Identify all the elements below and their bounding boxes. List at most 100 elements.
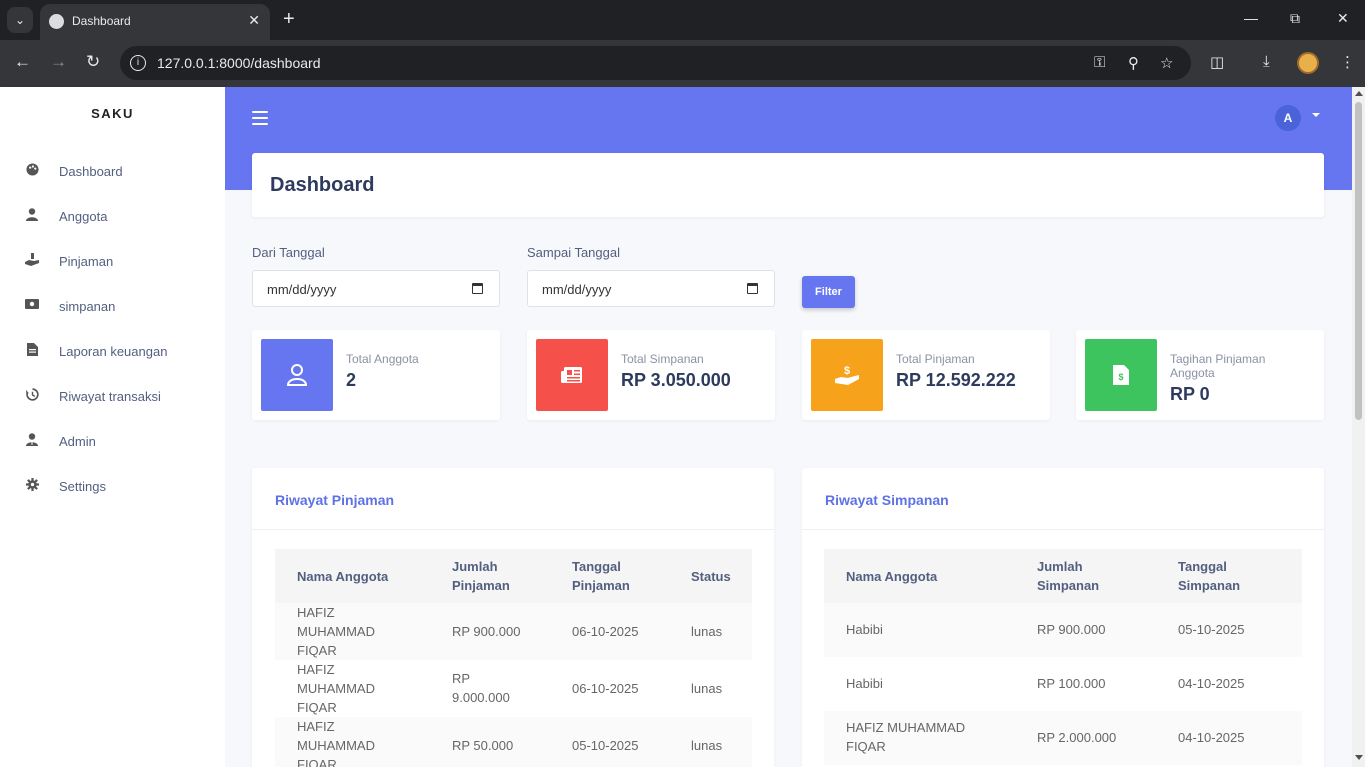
stat-label: Tagihan Pinjaman Anggota bbox=[1170, 352, 1265, 380]
profile-avatar[interactable] bbox=[1297, 52, 1319, 74]
cell-nama: Habibi bbox=[846, 622, 883, 637]
zoom-icon[interactable]: ⚲ bbox=[1128, 54, 1139, 72]
cell-tanggal: 04-10-2025 bbox=[1178, 676, 1245, 691]
stat-label-line: Tagihan Pinjaman bbox=[1170, 352, 1266, 366]
cell-tanggal: 06-10-2025 bbox=[572, 624, 639, 639]
forward-icon[interactable]: → bbox=[50, 52, 67, 72]
from-date-input[interactable]: mm/dd/yyyy bbox=[252, 270, 500, 307]
sidebar-item-admin[interactable]: Admin bbox=[0, 427, 225, 457]
cell-line: HAFIZ bbox=[297, 605, 335, 620]
url-text[interactable]: 127.0.0.1:8000/dashboard bbox=[157, 55, 320, 71]
cell-line: MUHAMMAD bbox=[297, 738, 375, 753]
tab-title: Dashboard bbox=[72, 14, 131, 28]
user-avatar[interactable]: A bbox=[1275, 105, 1301, 131]
cell-nama: HAFIZ MUHAMMAD FIQAR bbox=[297, 603, 375, 660]
cell-nama: HAFIZ MUHAMMAD FIQAR bbox=[297, 717, 375, 767]
tab-search-button[interactable]: ⌄ bbox=[7, 7, 33, 33]
from-date-value: mm/dd/yyyy bbox=[267, 282, 337, 297]
cell-line: FIQAR bbox=[297, 700, 337, 715]
cell-line: FIQAR bbox=[297, 757, 337, 767]
cell-tanggal: 05-10-2025 bbox=[1178, 622, 1245, 637]
cell-jumlah: RP 900.000 bbox=[452, 624, 521, 639]
sidebar-item-anggota[interactable]: Anggota bbox=[0, 202, 225, 232]
bookmark-star-icon[interactable]: ☆ bbox=[1160, 54, 1173, 72]
page-title: Dashboard bbox=[270, 174, 375, 196]
sidebar-item-pinjaman[interactable]: Pinjaman bbox=[0, 247, 225, 277]
cell-line: MUHAMMAD bbox=[297, 681, 375, 696]
chevron-down-icon[interactable] bbox=[1312, 113, 1320, 117]
stat-label: Total Anggota bbox=[346, 352, 419, 366]
cell-line: HAFIZ MUHAMMAD bbox=[846, 720, 966, 735]
stat-value: RP 12.592.222 bbox=[896, 370, 1016, 390]
table-row: HAFIZ MUHAMMAD FIQAR RP 2.000.000 04-10-2… bbox=[824, 711, 1302, 765]
sidebar-item-label: Anggota bbox=[59, 209, 108, 224]
column-header-line: Pinjaman bbox=[572, 578, 630, 593]
to-date-input[interactable]: mm/dd/yyyy bbox=[527, 270, 775, 307]
sidebar-item-simpanan[interactable]: simpanan bbox=[0, 292, 225, 322]
cell-nama: Habibi bbox=[846, 676, 883, 691]
new-tab-icon[interactable]: + bbox=[283, 8, 295, 30]
column-header-line: Simpanan bbox=[1037, 578, 1100, 593]
restore-icon[interactable]: ⧉ bbox=[1290, 10, 1300, 27]
to-date-value: mm/dd/yyyy bbox=[542, 282, 612, 297]
brand-logo[interactable]: SAKU bbox=[0, 106, 225, 121]
minimize-icon[interactable]: — bbox=[1244, 10, 1258, 26]
riwayat-pinjaman-panel: Riwayat Pinjaman Nama Anggota Jumlah Pinj… bbox=[252, 468, 774, 767]
sidebar-item-label: Laporan keuangan bbox=[59, 344, 168, 359]
stat-value: RP 3.050.000 bbox=[621, 370, 731, 390]
sidebar-item-settings[interactable]: Settings bbox=[0, 472, 225, 502]
password-key-icon[interactable]: ⚿ bbox=[1094, 54, 1105, 71]
calendar-icon[interactable] bbox=[747, 283, 758, 294]
column-header-line: Tanggal bbox=[1178, 559, 1227, 574]
page-scrollbar[interactable] bbox=[1352, 87, 1365, 767]
cell-status: lunas bbox=[691, 681, 723, 696]
user-icon bbox=[261, 339, 333, 411]
site-info-icon[interactable]: i bbox=[130, 55, 146, 71]
sidebar-item-dashboard[interactable]: Dashboard bbox=[0, 157, 225, 187]
cell-jumlah: RP 50.000 bbox=[452, 738, 514, 753]
table-row: Habibi RP 100.000 04-10-2025 bbox=[824, 657, 1302, 711]
window-close-icon[interactable]: ✕ bbox=[1337, 10, 1349, 27]
column-header-line: Pinjaman bbox=[452, 578, 510, 593]
table-header: Nama Anggota Jumlah Simpanan Tanggal Simpa… bbox=[824, 549, 1302, 603]
filter-button[interactable]: Filter bbox=[802, 276, 855, 308]
menu-toggle-icon[interactable] bbox=[252, 111, 268, 129]
extensions-icon[interactable]: ◫ bbox=[1210, 53, 1224, 71]
stat-card-pinjaman: $ Total Pinjaman RP 12.592.222 bbox=[802, 330, 1050, 420]
stat-card-tagihan: $ Tagihan Pinjaman Anggota RP 0 bbox=[1076, 330, 1324, 420]
calendar-icon[interactable] bbox=[472, 283, 483, 294]
reload-icon[interactable]: ↻ bbox=[86, 52, 100, 72]
stat-card-anggota: Total Anggota 2 bbox=[252, 330, 500, 420]
browser-tab[interactable]: Dashboard ✕ bbox=[40, 4, 270, 40]
column-header: Status bbox=[691, 569, 731, 584]
column-header-line: Simpanan bbox=[1178, 578, 1241, 593]
table-row: Habibi RP 900.000 05-10-2025 bbox=[824, 603, 1302, 657]
browser-menu-icon[interactable]: ⋮ bbox=[1340, 53, 1355, 71]
sidebar-item-riwayat[interactable]: Riwayat transaksi bbox=[0, 382, 225, 412]
panel-title: Riwayat Simpanan bbox=[825, 492, 949, 508]
to-date-label: Sampai Tanggal bbox=[527, 245, 620, 260]
scrollbar-thumb[interactable] bbox=[1355, 102, 1362, 420]
user-icon bbox=[25, 208, 39, 222]
download-icon[interactable]: ⤓ bbox=[1263, 53, 1270, 70]
user-tie-icon bbox=[25, 433, 39, 447]
stat-label: Total Pinjaman bbox=[896, 352, 975, 366]
column-header: Nama Anggota bbox=[846, 569, 938, 584]
address-bar[interactable]: i 127.0.0.1:8000/dashboard ⚿ ⚲ ☆ bbox=[120, 46, 1191, 80]
tab-close-icon[interactable]: ✕ bbox=[248, 12, 260, 29]
svg-text:$: $ bbox=[1118, 372, 1123, 382]
history-icon bbox=[25, 388, 39, 402]
sidebar-item-laporan[interactable]: Laporan keuangan bbox=[0, 337, 225, 367]
browser-tab-strip: ⌄ Dashboard ✕ + — ⧉ ✕ bbox=[0, 0, 1365, 40]
back-icon[interactable]: ← bbox=[14, 52, 31, 72]
favicon-icon bbox=[49, 14, 64, 29]
svg-text:$: $ bbox=[844, 365, 850, 377]
cell-line: HAFIZ bbox=[297, 719, 335, 734]
scroll-up-icon[interactable] bbox=[1355, 91, 1363, 96]
main-content: A Dashboard Dari Tanggal mm/dd/yyyy Samp… bbox=[225, 87, 1352, 767]
scroll-down-icon[interactable] bbox=[1355, 755, 1363, 760]
stat-label-line: Anggota bbox=[1170, 366, 1215, 380]
cell-jumlah: RP 9.000.000 bbox=[452, 669, 510, 707]
file-icon bbox=[25, 343, 39, 357]
column-header-line: Tanggal bbox=[572, 559, 621, 574]
